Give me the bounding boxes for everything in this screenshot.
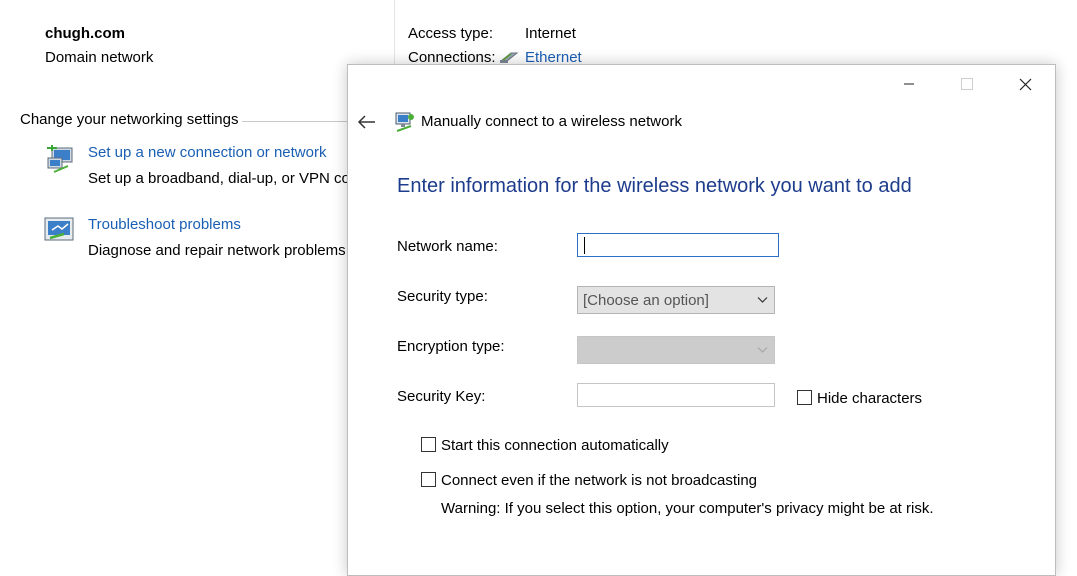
network-name: chugh.com [45, 25, 126, 42]
network-name-input[interactable] [577, 233, 779, 257]
encryption-type-select [577, 336, 775, 364]
hide-characters-checkbox[interactable] [797, 390, 812, 405]
new-connection-icon [47, 145, 73, 173]
text-caret [584, 237, 585, 254]
hide-characters-label[interactable]: Hide characters [817, 390, 922, 407]
network-name-label: Network name: [397, 238, 498, 255]
minimize-button[interactable] [880, 65, 938, 103]
access-type-label: Access type: [408, 25, 494, 42]
troubleshoot-icon [44, 217, 74, 241]
maximize-button [938, 65, 996, 103]
maximize-icon [961, 78, 973, 90]
chevron-down-icon [757, 347, 768, 353]
troubleshoot-link[interactable]: Troubleshoot problems [88, 216, 241, 233]
access-type-value: Internet [525, 25, 576, 42]
connect-not-broadcasting-checkbox[interactable] [421, 472, 436, 487]
minimize-icon [904, 83, 914, 85]
close-icon [1019, 78, 1031, 90]
start-automatically-label[interactable]: Start this connection automatically [441, 437, 669, 454]
security-key-label: Security Key: [397, 388, 486, 405]
back-arrow-icon[interactable] [356, 112, 378, 132]
security-type-select[interactable]: [Choose an option] [577, 286, 775, 314]
chevron-down-icon [757, 297, 768, 303]
start-automatically-checkbox[interactable] [421, 437, 436, 452]
wireless-network-icon [395, 112, 414, 132]
ethernet-icon [499, 52, 519, 63]
security-key-input[interactable] [577, 383, 775, 407]
setup-connection-link[interactable]: Set up a new connection or network [88, 144, 326, 161]
dialog-heading: Enter information for the wireless netwo… [397, 175, 912, 197]
setup-connection-description: Set up a broadband, dial-up, or VPN co [88, 170, 350, 187]
security-type-value: [Choose an option] [583, 292, 709, 309]
dialog-title: Manually connect to a wireless network [421, 113, 682, 130]
section-divider [242, 121, 352, 122]
encryption-type-label: Encryption type: [397, 338, 505, 355]
security-type-label: Security type: [397, 288, 488, 305]
connect-not-broadcasting-label[interactable]: Connect even if the network is not broad… [441, 472, 757, 489]
section-title: Change your networking settings [20, 111, 239, 128]
troubleshoot-description: Diagnose and repair network problems [88, 242, 346, 259]
privacy-warning-text: Warning: If you select this option, your… [441, 500, 934, 517]
manual-wireless-dialog: Manually connect to a wireless network E… [347, 64, 1056, 576]
close-button[interactable] [996, 65, 1054, 103]
network-type: Domain network [45, 49, 154, 66]
